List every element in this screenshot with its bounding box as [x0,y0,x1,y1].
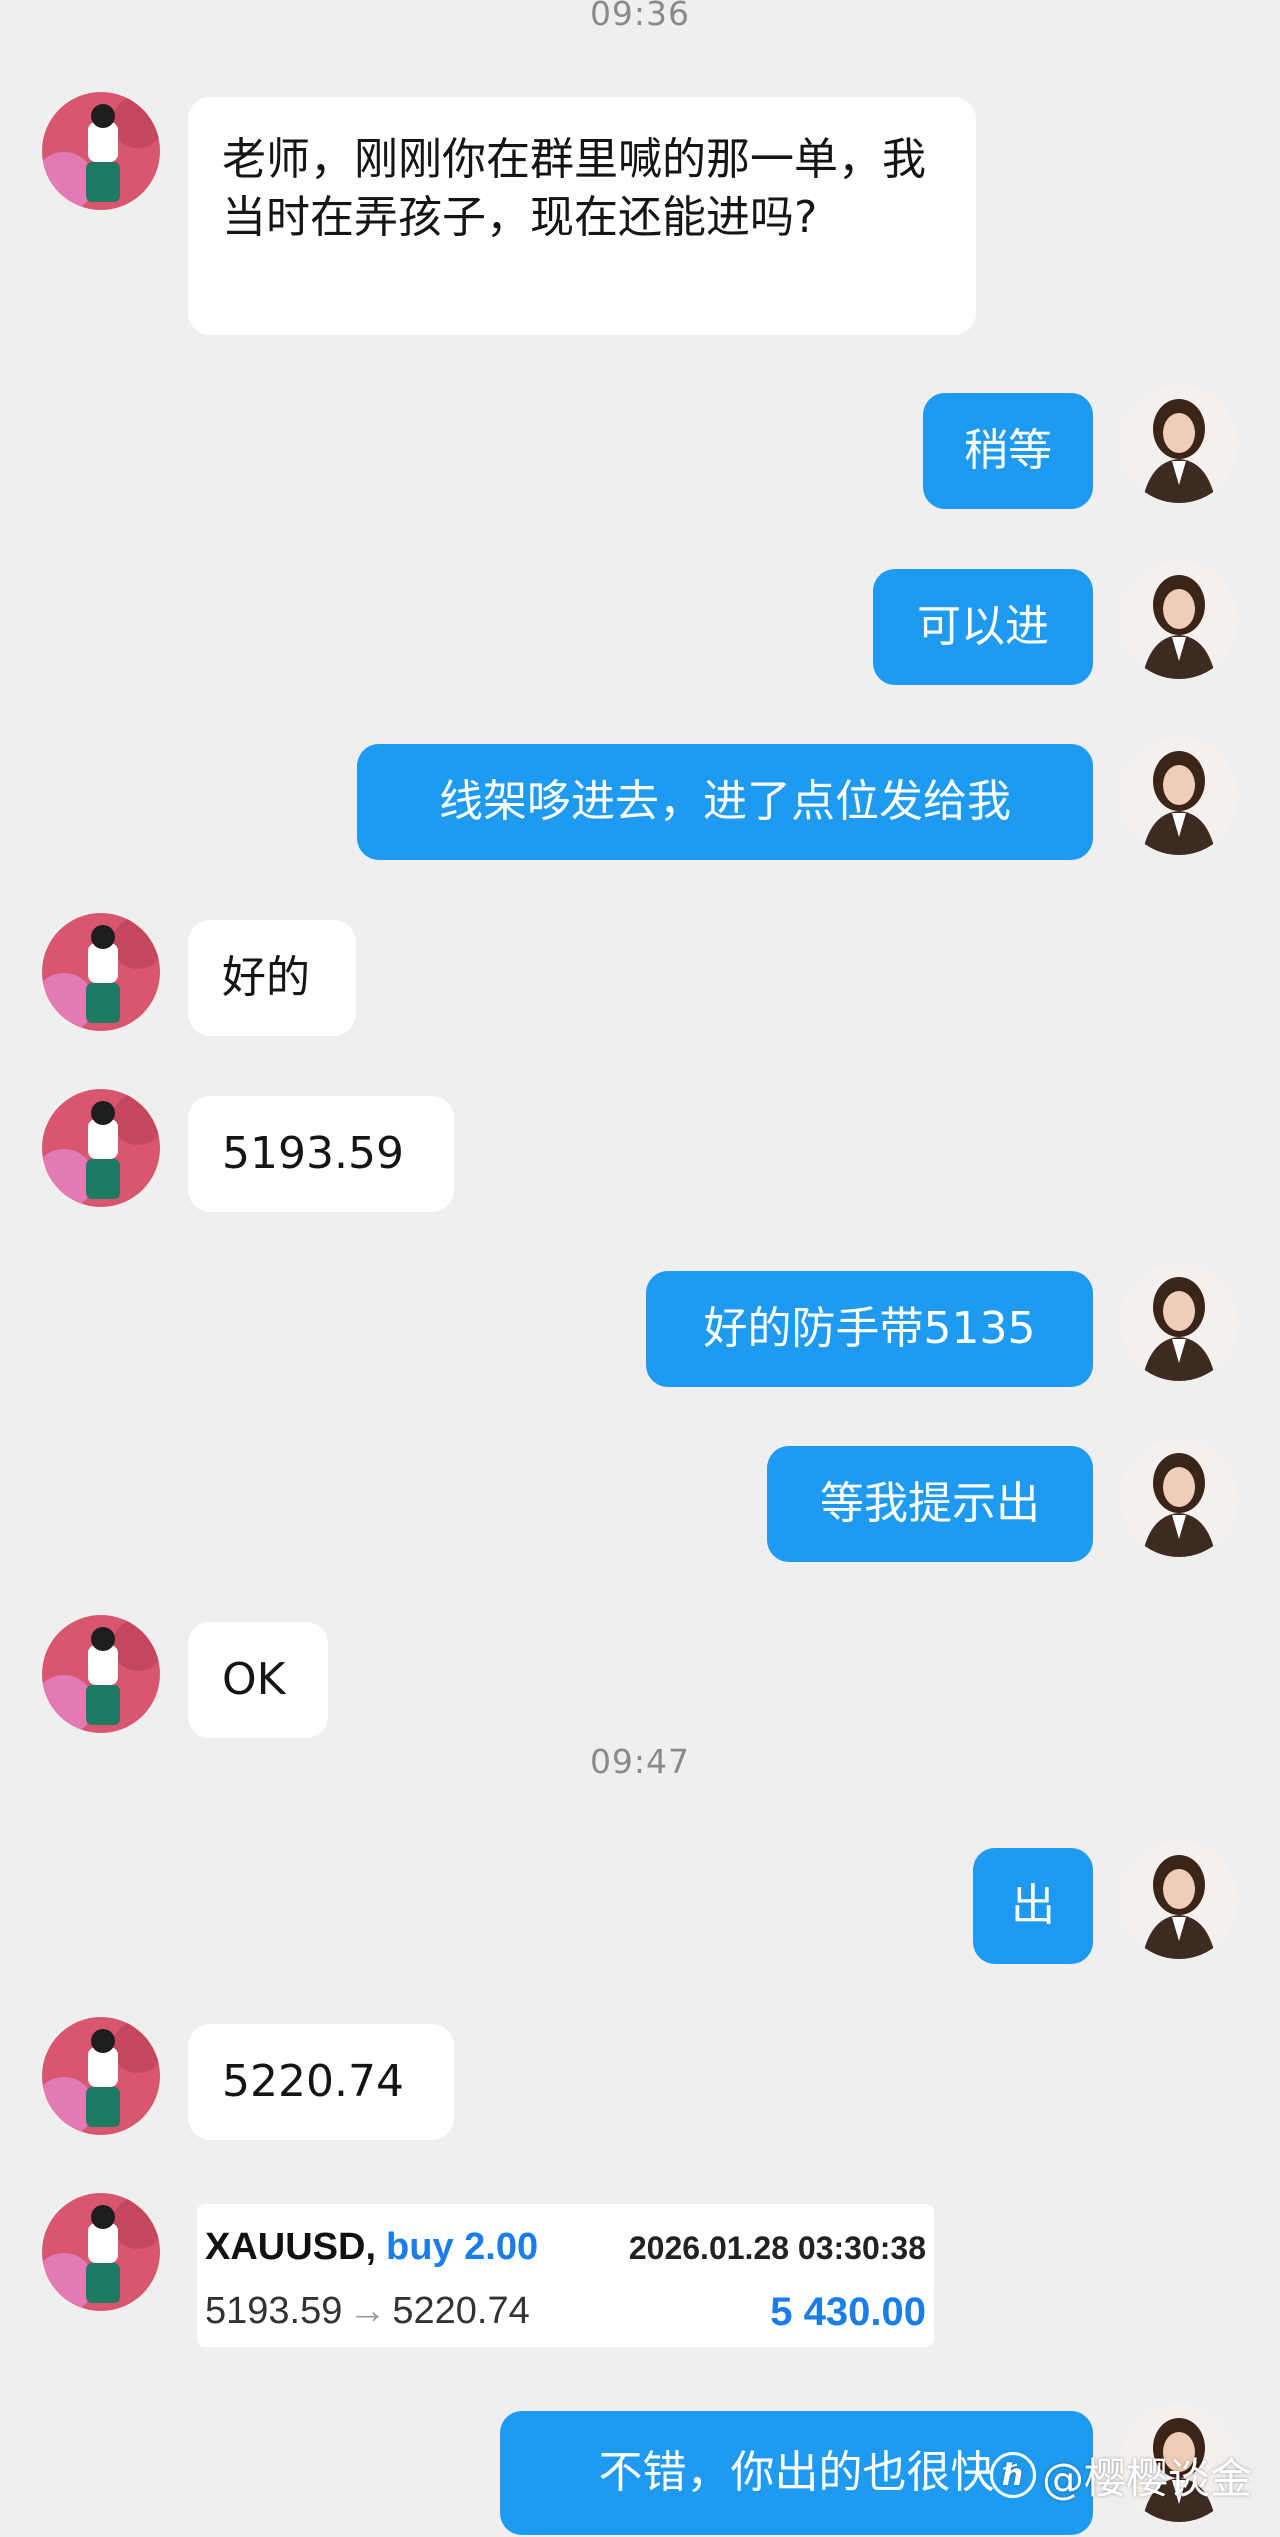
message-text: 老师，刚刚你在群里喊的那一单，我当时在弄孩子，现在还能进吗? [222,134,926,243]
message-text: 出 [1011,1880,1055,1931]
avatar-customer[interactable] [42,1615,160,1733]
avatar-teacher[interactable] [1120,561,1238,679]
trade-open-price: 5193.59 [205,2290,343,2332]
trade-datetime: 2026.01.28 03:30:38 [628,2230,926,2266]
trade-screenshot-card[interactable]: XAUUSD, buy 2.00 2026.01.28 03:30:38 5193… [197,2204,934,2347]
avatar-customer[interactable] [42,2193,160,2311]
message-text: OK [222,1654,286,1705]
message-bubble-5[interactable]: 好的 [188,920,356,1036]
message-bubble-8[interactable]: 等我提示出 [767,1446,1093,1562]
trade-side: buy 2.00 [386,2226,539,2268]
message-bubble-10[interactable]: 出 [973,1848,1093,1964]
message-bubble-6[interactable]: 5193.59 [188,1096,454,1212]
avatar-teacher[interactable] [1120,1841,1238,1959]
message-text: 好的防手带5135 [703,1303,1036,1354]
trade-close-price: 5220.74 [392,2290,530,2332]
message-text: 线架哆进去，进了点位发给我 [439,776,1011,827]
watermark-logo-icon: ℏ [990,2452,1036,2498]
watermark-text: @樱樱谈金 [1042,2453,1253,2503]
timestamp-0947: 09:47 [589,1742,691,1781]
message-text: 5193.59 [222,1128,404,1179]
message-bubble-4[interactable]: 线架哆进去，进了点位发给我 [357,744,1093,860]
message-bubble-11[interactable]: 5220.74 [188,2024,454,2140]
message-text: 不错，你出的也很快 [598,2447,995,2498]
message-text: 好的 [222,952,310,1003]
avatar-customer[interactable] [42,2017,160,2135]
avatar-teacher[interactable] [1120,1439,1238,1557]
message-text: 可以进 [917,601,1049,652]
trade-prices: 5193.59 → 5220.74 [205,2290,530,2333]
message-text: 等我提示出 [820,1478,1040,1529]
message-text: 5220.74 [222,2056,404,2107]
message-bubble-3[interactable]: 可以进 [873,569,1093,685]
message-bubble-7[interactable]: 好的防手带5135 [646,1271,1093,1387]
avatar-customer[interactable] [42,1089,160,1207]
trade-symbol: XAUUSD, [205,2226,377,2268]
trade-header: XAUUSD, buy 2.00 [205,2226,538,2269]
avatar-teacher[interactable] [1120,1263,1238,1381]
avatar-teacher[interactable] [1120,385,1238,503]
message-bubble-9[interactable]: OK [188,1622,328,1738]
arrow-right-icon: → [348,2290,387,2332]
message-bubble-1[interactable]: 老师，刚刚你在群里喊的那一单，我当时在弄孩子，现在还能进吗? [188,97,976,335]
timestamp-0936: 09:36 [589,0,691,33]
avatar-teacher[interactable] [1120,737,1238,855]
message-bubble-2[interactable]: 稍等 [923,393,1093,509]
avatar-customer[interactable] [42,913,160,1031]
avatar-customer[interactable] [42,92,160,210]
watermark: ℏ @樱樱谈金 [990,2447,1252,2503]
message-text: 稍等 [964,425,1052,476]
trade-profit: 5 430.00 [770,2290,926,2334]
